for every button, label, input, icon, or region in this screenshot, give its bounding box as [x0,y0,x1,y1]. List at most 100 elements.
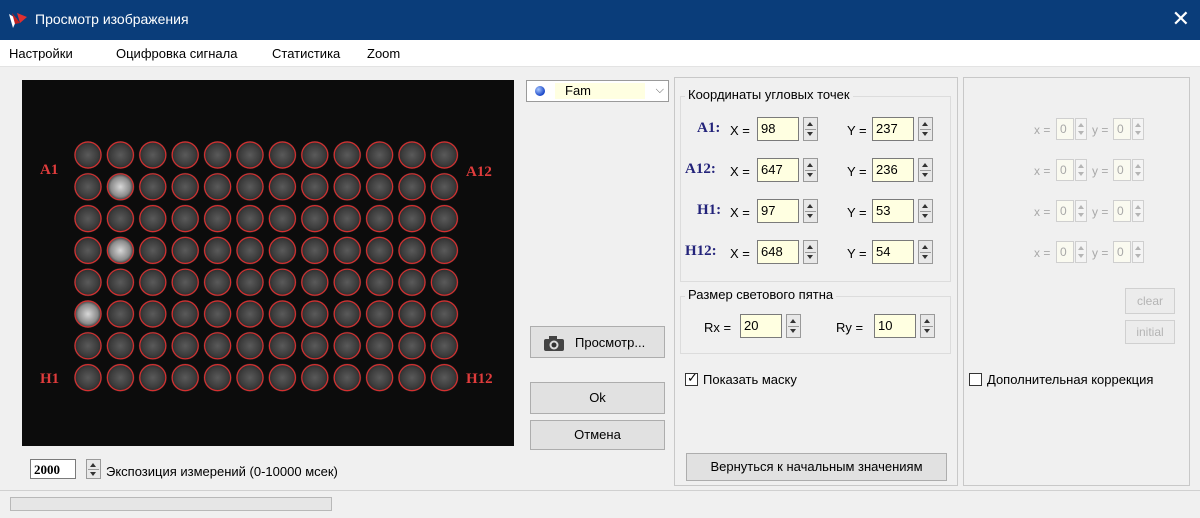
extra-x-spinner[interactable] [1075,118,1087,140]
show-mask-checkbox[interactable]: ✓ [685,370,698,386]
corner-a1-y-spinner[interactable] [918,117,933,141]
camera-icon [544,336,564,351]
well-r3-c4 [171,204,200,233]
well-r1-c3 [138,141,167,169]
corner-a12-y-label: Y = [847,164,867,179]
extra-y-spinner[interactable] [1132,241,1144,263]
exposure-spinner[interactable] [86,459,101,479]
well-r7-c2 [106,331,135,360]
corner-a12-y-spinner[interactable] [918,158,933,182]
well-r2-c1 [74,172,102,201]
extra-y-input[interactable]: 0 [1113,200,1131,222]
initial-button[interactable]: initial [1125,320,1175,344]
well-r6-c4 [171,300,200,328]
extra-x-spinner[interactable] [1075,159,1087,181]
clear-button[interactable]: clear [1125,288,1175,314]
well-r6-c2 [106,300,135,328]
corner-a1-y-input[interactable]: 237 [872,117,914,141]
well-r4-c10 [365,236,394,265]
corner-h1-y-input[interactable]: 53 [872,199,914,223]
corner-h1-y-spinner[interactable] [918,199,933,223]
well-r6-c7 [268,300,297,328]
well-r5-c9 [333,268,362,297]
well-r5-c2 [106,268,135,297]
well-r6-c6 [236,300,264,328]
well-r4-c6 [236,236,264,265]
corner-h1-x-spinner[interactable] [803,199,818,223]
corner-h12-x-spinner[interactable] [803,240,818,264]
well-r8-c4 [171,363,200,392]
well-r4-c1 [74,236,102,265]
corner-h12-y-input[interactable]: 54 [872,240,914,264]
channel-select[interactable]: Fam ⌵ [526,80,669,102]
well-r8-c1 [74,363,102,392]
extra-y-spinner[interactable] [1132,200,1144,222]
channel-value: Fam [555,83,645,99]
close-icon[interactable]: ✕ [1172,7,1190,31]
well-r5-c4 [171,268,200,297]
exposure-input[interactable]: 2000 [30,459,76,479]
corner-a12-x-input[interactable]: 647 [757,158,799,182]
corner-h12-x-input[interactable]: 648 [757,240,799,264]
corner-h1-x-input[interactable]: 97 [757,199,799,223]
menu-item-settings[interactable]: Настройки [9,46,73,61]
well-r7-c3 [138,331,167,360]
reset-values-button[interactable]: Вернуться к начальным значениям [686,453,947,481]
well-r2-c4 [171,172,200,201]
well-r4-c3 [138,236,167,265]
corner-label-a12: A12 [466,164,492,180]
ok-button[interactable]: Ok [530,382,665,414]
extra-correction-checkbox[interactable] [969,373,982,386]
well-r2-c7 [268,172,297,201]
corner-a1-x-spinner[interactable] [803,117,818,141]
preview-button[interactable]: Просмотр... [530,326,665,358]
well-r2-c11 [398,172,426,201]
title-bar: Просмотр изображения ✕ [0,0,1200,40]
extra-x-input[interactable]: 0 [1056,159,1074,181]
well-r1-c6 [236,141,264,169]
cancel-button[interactable]: Отмена [530,420,665,450]
well-r6-c8 [300,300,329,328]
extra-y-input[interactable]: 0 [1113,118,1131,140]
corner-a12-x-spinner[interactable] [803,158,818,182]
well-r4-c11 [398,236,426,265]
extra-y-spinner[interactable] [1132,118,1144,140]
menu-item-zoom[interactable]: Zoom [367,46,400,61]
well-r7-c7 [268,331,297,360]
extra-x-input[interactable]: 0 [1056,241,1074,263]
corner-a12-label: A12: [685,161,716,177]
corner-a1-x-input[interactable]: 98 [757,117,799,141]
well-r3-c11 [398,204,426,233]
well-r6-c1 [74,300,102,328]
extra-y-input[interactable]: 0 [1113,159,1131,181]
corner-label-h1: H1 [40,371,60,387]
well-r8-c2 [106,363,135,392]
rx-spinner[interactable] [786,314,801,338]
menu-item-statistics[interactable]: Статистика [272,46,340,61]
extra-x-label: x = [1034,123,1051,137]
extra-x-spinner[interactable] [1075,200,1087,222]
ry-input[interactable]: 10 [874,314,916,338]
extra-y-label: y = [1092,205,1109,219]
extra-x-input[interactable]: 0 [1056,200,1074,222]
well-r1-c11 [398,141,426,169]
ry-label: Ry = [836,320,864,335]
blue-dot-icon [535,86,545,96]
extra-y-spinner[interactable] [1132,159,1144,181]
corner-h12-x-label: X = [730,246,750,261]
extra-x-input[interactable]: 0 [1056,118,1074,140]
extra-x-label: x = [1034,246,1051,260]
well-r2-c8 [300,172,329,201]
menu-item-digitizing[interactable]: Оцифровка сигнала [116,46,237,61]
well-r6-c5 [203,300,232,328]
corner-h1-label: H1: [697,202,722,218]
extra-x-spinner[interactable] [1075,241,1087,263]
corner-a12-y-input[interactable]: 236 [872,158,914,182]
chevron-down-icon: ⌵ [655,84,664,96]
ry-spinner[interactable] [920,314,935,338]
extra-y-input[interactable]: 0 [1113,241,1131,263]
corner-h12-y-spinner[interactable] [918,240,933,264]
well-r3-c3 [138,204,167,233]
well-r5-c11 [398,268,426,297]
rx-input[interactable]: 20 [740,314,782,338]
